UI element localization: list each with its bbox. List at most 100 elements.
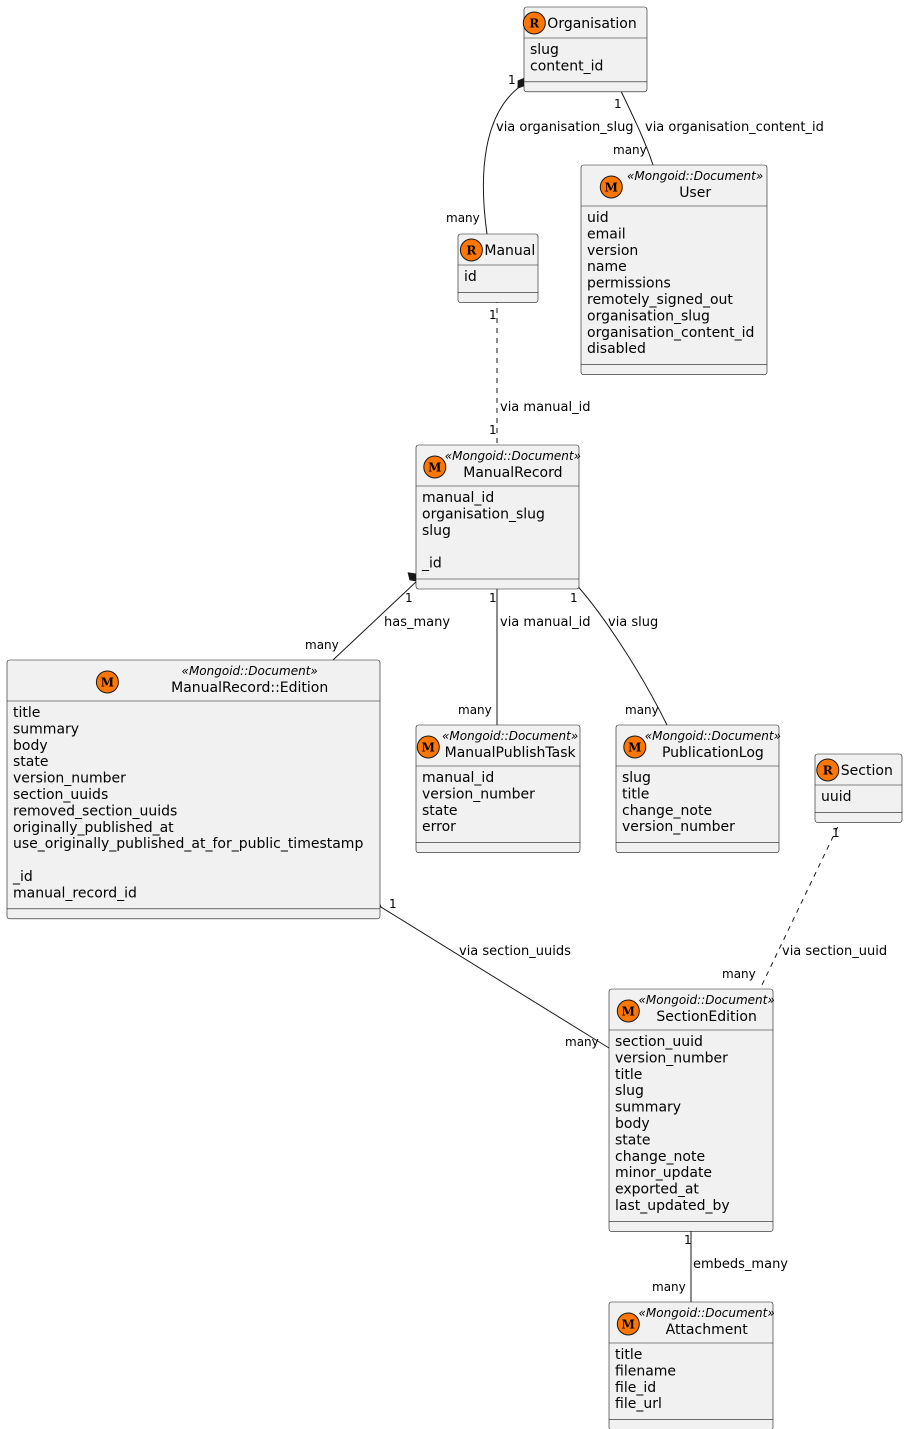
relation-line xyxy=(482,87,519,235)
to-multiplicity: many xyxy=(305,638,339,652)
svg-text:M: M xyxy=(422,741,435,755)
mongoid-spot-icon: M xyxy=(616,999,640,1023)
class-field: title xyxy=(622,786,649,802)
svg-text:R: R xyxy=(823,764,834,778)
class-field: state xyxy=(13,754,48,770)
record-spot-icon: R xyxy=(459,238,483,262)
class-publication-log[interactable]: M «Mongoid::Document»PublicationLogslugti… xyxy=(615,724,781,853)
to-multiplicity: many xyxy=(625,703,659,717)
class-field: state xyxy=(422,803,457,819)
class-organisation[interactable]: R Organisation slugcontent_id xyxy=(522,6,648,93)
class-field: version_number xyxy=(13,771,126,787)
class-field: remotely_signed_out xyxy=(587,292,733,308)
svg-text:R: R xyxy=(466,244,477,258)
class-stereotype: «Mongoid::Document» xyxy=(445,449,581,463)
class-field: filename xyxy=(615,1363,676,1379)
class-name: User xyxy=(679,185,711,201)
class-field: organisation_slug xyxy=(587,308,710,324)
class-field: organisation_content_id xyxy=(587,325,754,341)
class-field: change_note xyxy=(615,1149,705,1165)
from-multiplicity: 1 xyxy=(405,591,413,605)
class-field: version xyxy=(587,243,638,259)
mongoid-spot-icon: M xyxy=(616,1312,640,1336)
class-stereotype: «Mongoid::Document» xyxy=(645,729,781,743)
class-field: title xyxy=(615,1067,642,1083)
class-field: name xyxy=(587,259,627,275)
class-field: section_uuid xyxy=(615,1034,703,1050)
to-multiplicity: many xyxy=(652,1280,686,1294)
class-manual-publish-task[interactable]: M «Mongoid::Document»ManualPublishTaskman… xyxy=(415,724,581,853)
class-field: body xyxy=(13,738,48,754)
class-stereotype: «Mongoid::Document» xyxy=(182,664,318,678)
class-name: Organisation xyxy=(547,16,636,32)
relation-manual-record-publication-log: via slug 1 many xyxy=(563,571,668,726)
class-name: ManualRecord xyxy=(463,465,562,481)
class-field: slug xyxy=(530,42,559,58)
from-multiplicity: 1 xyxy=(570,591,578,605)
mongoid-spot-icon: M xyxy=(423,455,447,479)
mongoid-spot-icon: M xyxy=(95,670,119,694)
class-attachment[interactable]: M «Mongoid::Document»Attachmenttitlefilen… xyxy=(608,1301,775,1429)
to-multiplicity: many xyxy=(458,703,492,717)
class-field: exported_at xyxy=(615,1182,699,1198)
class-name: Attachment xyxy=(666,1322,749,1338)
class-field: error xyxy=(422,819,456,835)
svg-text:M: M xyxy=(101,676,114,690)
class-section[interactable]: R Section uuid xyxy=(814,753,903,823)
svg-text:M: M xyxy=(622,1318,635,1332)
relation-label: via slug xyxy=(608,615,658,630)
class-field: last_updated_by xyxy=(615,1198,730,1214)
to-multiplicity: many xyxy=(446,211,480,225)
from-multiplicity: 1 xyxy=(614,97,622,111)
relation-label: via manual_id xyxy=(500,615,590,630)
class-name: Section xyxy=(841,763,893,779)
mongoid-spot-icon: M xyxy=(623,735,647,759)
class-stereotype: «Mongoid::Document» xyxy=(639,1306,775,1320)
mongoid-spot-icon: M xyxy=(416,735,440,759)
class-field: originally_published_at xyxy=(13,820,174,836)
class-field: section_uuids xyxy=(13,787,108,803)
class-field: title xyxy=(13,705,40,721)
class-field: summary xyxy=(13,721,79,737)
class-field: permissions xyxy=(587,276,671,292)
class-stereotype: «Mongoid::Document» xyxy=(627,169,763,183)
relation-label: embeds_many xyxy=(693,1257,788,1272)
relation-label: via section_uuids xyxy=(459,944,571,959)
svg-text:M: M xyxy=(622,1005,635,1019)
relation-label: via manual_id xyxy=(500,400,590,415)
class-name: SectionEdition xyxy=(656,1009,756,1025)
class-field: organisation_slug xyxy=(422,506,545,522)
class-field: _id xyxy=(12,869,33,885)
mongoid-spot-icon: M xyxy=(599,175,623,199)
class-field: email xyxy=(587,226,626,242)
class-field: summary xyxy=(615,1100,681,1116)
relation-manual-manual-record: via manual_id11 xyxy=(489,298,590,445)
class-field: manual_id xyxy=(422,490,494,506)
relation-manual-record-edition-section-edition: via section_uuids 1 many xyxy=(370,897,610,1049)
class-field: removed_section_uuids xyxy=(13,803,177,819)
class-field: slug xyxy=(622,770,651,786)
class-user[interactable]: M «Mongoid::Document»Useruidemailversionn… xyxy=(580,164,768,375)
to-multiplicity: 1 xyxy=(489,423,497,437)
class-field: title xyxy=(615,1347,642,1363)
class-manual-record[interactable]: M «Mongoid::Document»ManualRecordmanual_i… xyxy=(415,444,581,590)
class-stereotype: «Mongoid::Document» xyxy=(639,993,775,1007)
class-manual[interactable]: R Manual id xyxy=(457,233,539,303)
class-manual-record-edition[interactable]: M «Mongoid::Document»ManualRecord::Editio… xyxy=(6,659,381,920)
from-multiplicity: 1 xyxy=(489,308,497,322)
class-section-edition[interactable]: M «Mongoid::Document»SectionEditionsectio… xyxy=(608,988,775,1232)
class-name: ManualRecord::Edition xyxy=(171,680,328,696)
to-multiplicity: many xyxy=(722,967,756,981)
class-field: change_note xyxy=(622,803,712,819)
relation-label: via organisation_slug xyxy=(496,120,634,135)
class-diagram: via organisation_slug 1 many via organisati… xyxy=(6,6,903,1429)
class-name: PublicationLog xyxy=(662,745,764,761)
relation-label: via organisation_content_id xyxy=(645,120,824,135)
svg-text:M: M xyxy=(628,741,641,755)
class-field: state xyxy=(615,1132,650,1148)
svg-text:M: M xyxy=(428,461,441,475)
svg-text:R: R xyxy=(529,17,540,31)
class-field: version_number xyxy=(615,1050,728,1066)
class-field: file_url xyxy=(615,1396,662,1412)
class-field: manual_record_id xyxy=(13,885,137,901)
